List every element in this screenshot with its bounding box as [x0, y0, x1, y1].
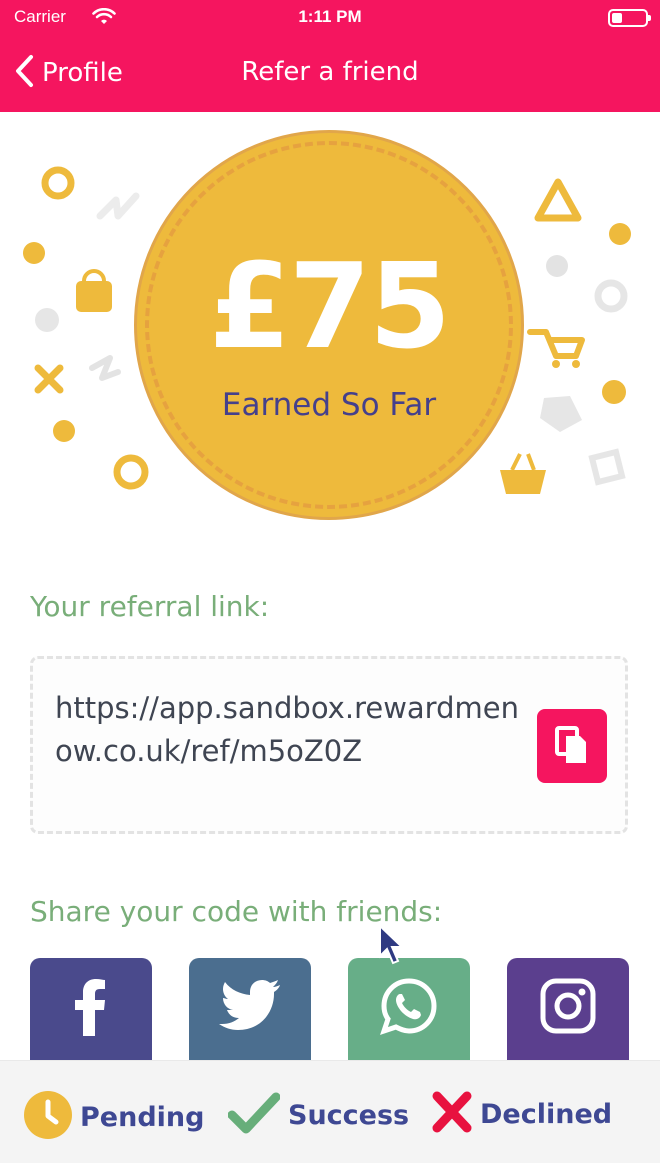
referral-link-box: https://​app.sandbox.rewardmenow.co.uk/r…	[30, 656, 628, 834]
earnings-amount: £75	[208, 237, 451, 375]
earnings-coin: £75 Earned So Far	[134, 130, 524, 520]
legend-success-label: Success	[288, 1099, 410, 1131]
legend-declined: Declined	[432, 1091, 612, 1137]
legend-success: Success	[227, 1091, 410, 1139]
earnings-label: Earned So Far	[221, 387, 437, 423]
instagram-icon	[539, 977, 597, 1039]
twitter-icon	[218, 979, 282, 1037]
legend-declined-label: Declined	[480, 1098, 613, 1130]
checkmark-icon	[227, 1091, 281, 1139]
facebook-icon	[71, 976, 111, 1040]
copy-link-button[interactable]	[537, 709, 607, 783]
cross-icon	[432, 1091, 472, 1137]
referral-link-label: Your referral link:	[30, 590, 270, 623]
referral-link-text[interactable]: https://​app.sandbox.rewardmenow.co.uk/r…	[55, 687, 525, 773]
status-legend: Pending Success Declined	[0, 1060, 660, 1163]
legend-pending: Pending	[24, 1091, 204, 1143]
clock-icon	[24, 1091, 72, 1143]
whatsapp-icon	[379, 976, 439, 1040]
copy-icon	[554, 725, 590, 771]
mouse-cursor-icon	[378, 923, 405, 970]
legend-pending-label: Pending	[80, 1101, 205, 1133]
